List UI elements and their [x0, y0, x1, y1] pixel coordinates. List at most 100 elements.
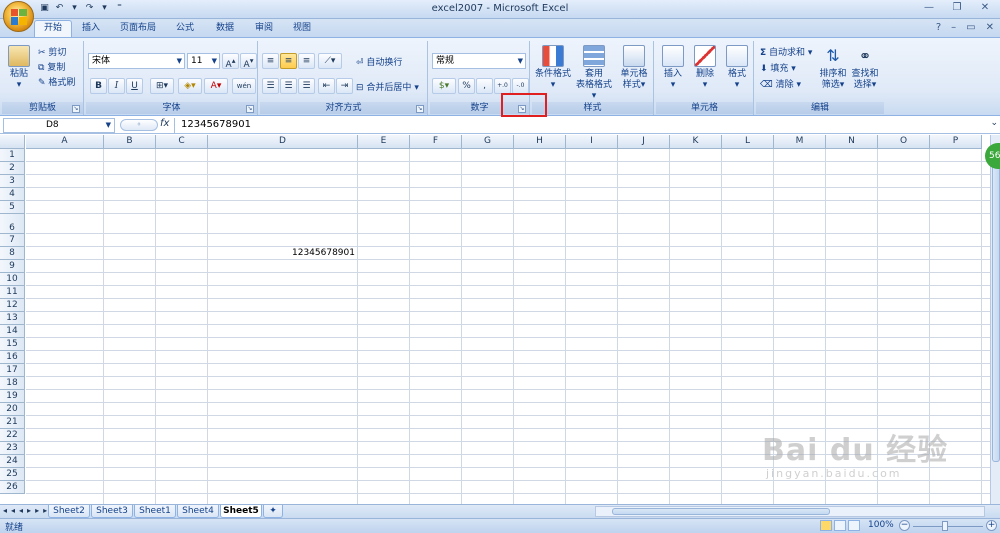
font-color-icon[interactable]: A▾ — [204, 78, 228, 94]
column-header[interactable]: P — [930, 135, 982, 149]
format-cells-button[interactable]: 格式 ▾ — [722, 45, 752, 91]
row-header[interactable]: 7 — [0, 234, 25, 247]
alignment-launcher-icon[interactable]: ↘ — [416, 105, 424, 113]
zoom-slider[interactable] — [913, 526, 983, 527]
number-format-dropdown[interactable]: 常规 ▼ — [432, 53, 526, 69]
vertical-scrollbar[interactable] — [990, 135, 1000, 504]
grow-font-icon[interactable]: A▴ — [222, 53, 239, 70]
format-as-table-button[interactable]: 套用 表格格式▾ — [574, 45, 614, 102]
row-header[interactable]: 11 — [0, 286, 25, 299]
column-header[interactable]: D — [208, 135, 358, 149]
zoom-out-icon[interactable]: − — [899, 520, 910, 531]
delete-cells-button[interactable]: 删除 ▾ — [690, 45, 720, 91]
office-button[interactable] — [3, 1, 34, 32]
doc-restore-icon[interactable]: ▭ — [966, 22, 975, 33]
close-icon[interactable]: ✕ — [976, 2, 994, 13]
wrap-text-button[interactable]: ⏎ 自动换行 — [356, 55, 402, 68]
tab-review[interactable]: 审阅 — [255, 21, 273, 37]
row-header[interactable]: 22 — [0, 429, 25, 442]
row-header[interactable]: 26 — [0, 481, 25, 494]
row-header[interactable]: 18 — [0, 377, 25, 390]
formula-bar-toggle[interactable]: ◦ — [120, 119, 158, 131]
column-header[interactable]: M — [774, 135, 826, 149]
comma-button[interactable]: , — [476, 78, 493, 94]
merge-center-button[interactable]: ⊟ 合并后居中 ▾ — [356, 80, 419, 93]
phonetic-icon[interactable]: wén — [232, 78, 256, 94]
sheet-tab-active[interactable]: Sheet5 — [220, 505, 262, 518]
column-header[interactable]: A — [26, 135, 104, 149]
decrease-indent-icon[interactable]: ⇤ — [318, 78, 335, 94]
tab-page-layout[interactable]: 页面布局 — [120, 21, 156, 37]
row-header[interactable]: 9 — [0, 260, 25, 273]
tab-home[interactable]: 开始 — [34, 20, 73, 37]
sheet-tab[interactable]: Sheet3 — [91, 505, 133, 518]
tab-insert[interactable]: 插入 — [82, 21, 100, 37]
save-icon[interactable]: ▣ — [38, 2, 51, 15]
page-break-view-icon[interactable] — [848, 520, 860, 531]
font-size-dropdown[interactable]: 11 ▼ — [187, 53, 220, 69]
fill-color-icon[interactable]: ◈▾ — [178, 78, 202, 94]
row-header[interactable]: 5 — [0, 201, 25, 214]
doc-minimize-icon[interactable]: – — [951, 22, 956, 33]
row-header[interactable]: 25 — [0, 468, 25, 481]
orientation-icon[interactable]: ⟋▾ — [318, 53, 342, 69]
align-top-icon[interactable]: ≡ — [262, 53, 279, 69]
customize-qat-icon[interactable]: ⁼ — [113, 2, 126, 15]
tab-formulas[interactable]: 公式 — [176, 21, 194, 37]
column-header[interactable]: B — [104, 135, 156, 149]
row-header[interactable]: 15 — [0, 338, 25, 351]
row-header[interactable]: 24 — [0, 455, 25, 468]
decrease-decimal-icon[interactable]: -.0 — [512, 78, 529, 94]
undo-dropdown-icon[interactable]: ▾ — [68, 2, 81, 15]
font-launcher-icon[interactable]: ↘ — [246, 105, 254, 113]
tab-view[interactable]: 视图 — [293, 21, 311, 37]
row-header[interactable]: 13 — [0, 312, 25, 325]
italic-button[interactable]: I — [108, 78, 125, 94]
align-middle-icon[interactable]: ≡ — [280, 53, 297, 69]
undo-icon[interactable]: ↶ — [53, 2, 66, 15]
cut-button[interactable]: ✂ 剪切 — [38, 45, 66, 58]
sheet-tab[interactable]: Sheet1 — [134, 505, 176, 518]
row-header[interactable]: 1 — [0, 149, 25, 162]
row-header[interactable]: 3 — [0, 175, 25, 188]
paste-button[interactable]: 粘贴 ▾ — [6, 45, 32, 91]
autosum-button[interactable]: Σ 自动求和 ▾ — [760, 45, 812, 58]
formula-input[interactable]: 12345678901 — [174, 118, 988, 133]
fill-button[interactable]: ⬇ 填充 ▾ — [760, 61, 796, 74]
format-painter-button[interactable]: ✎ 格式刷 — [38, 75, 75, 88]
sheet-nav-icons[interactable]: ◂◂◂▸▸▸ — [3, 506, 51, 515]
help-icon[interactable]: ? — [936, 22, 941, 33]
insert-cells-button[interactable]: 插入 ▾ — [658, 45, 688, 91]
conditional-format-button[interactable]: 条件格式 ▾ — [534, 45, 572, 91]
restore-icon[interactable]: ❐ — [948, 2, 966, 13]
bold-button[interactable]: B — [90, 78, 107, 94]
clipboard-launcher-icon[interactable]: ↘ — [72, 105, 80, 113]
column-header[interactable]: H — [514, 135, 566, 149]
borders-icon[interactable]: ⊞▾ — [150, 78, 174, 94]
redo-dropdown-icon[interactable]: ▾ — [98, 2, 111, 15]
redo-icon[interactable]: ↷ — [83, 2, 96, 15]
shrink-font-icon[interactable]: A▾ — [240, 53, 257, 70]
align-bottom-icon[interactable]: ≡ — [298, 53, 315, 69]
column-header[interactable]: E — [358, 135, 410, 149]
column-header[interactable]: C — [156, 135, 208, 149]
percent-button[interactable]: % — [458, 78, 475, 94]
align-right-icon[interactable]: ☰ — [298, 78, 315, 94]
row-header[interactable]: 12 — [0, 299, 25, 312]
column-header[interactable]: O — [878, 135, 930, 149]
row-header[interactable]: 2 — [0, 162, 25, 175]
increase-indent-icon[interactable]: ⇥ — [336, 78, 353, 94]
increase-decimal-icon[interactable]: +.0 — [494, 78, 511, 94]
insert-sheet-icon[interactable]: ✦ — [263, 505, 283, 518]
row-header[interactable]: 14 — [0, 325, 25, 338]
row-header[interactable]: 19 — [0, 390, 25, 403]
row-header[interactable]: 6 — [0, 214, 25, 234]
currency-icon[interactable]: $▾ — [432, 78, 456, 94]
page-layout-view-icon[interactable] — [834, 520, 846, 531]
sort-filter-button[interactable]: ⇅ 排序和 筛选▾ — [818, 45, 848, 91]
minimize-icon[interactable]: — — [920, 2, 938, 13]
row-header[interactable]: 20 — [0, 403, 25, 416]
zoom-slider-thumb[interactable] — [942, 521, 948, 531]
find-select-button[interactable]: ⚭ 查找和 选择▾ — [850, 45, 880, 91]
column-header[interactable]: K — [670, 135, 722, 149]
